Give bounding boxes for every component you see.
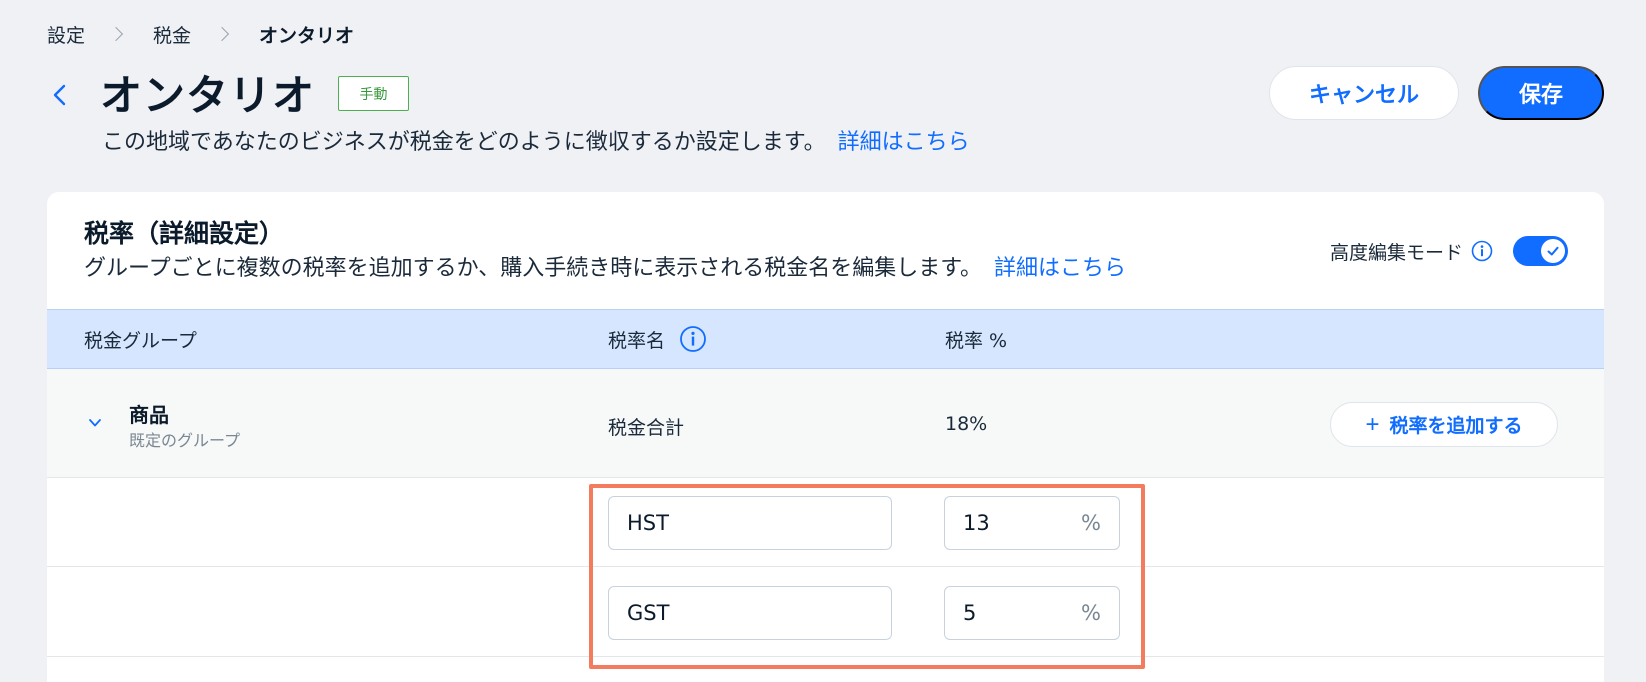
page-subtitle: この地域であなたのビジネスが税金をどのように徴収するか設定します。 詳細はこちら: [102, 124, 970, 156]
chevron-down-icon[interactable]: [87, 415, 103, 429]
tax-rates-card: 税率（詳細設定） グループごとに複数の税率を追加するか、購入手続き時に表示される…: [47, 192, 1604, 682]
page-title: オンタリオ: [100, 71, 316, 120]
column-label: 税率名: [608, 329, 666, 352]
percent-suffix: %: [1081, 511, 1101, 535]
info-icon[interactable]: [679, 325, 707, 353]
percent-suffix: %: [1081, 601, 1101, 625]
rate-value: 5: [963, 601, 977, 625]
info-icon[interactable]: [1471, 240, 1493, 262]
total-tax-name: 税金合計: [608, 417, 685, 439]
add-rate-label: 税率を追加する: [1389, 416, 1523, 437]
total-tax-rate: 18%: [945, 413, 988, 435]
breadcrumb-settings[interactable]: 設定: [47, 21, 85, 48]
table-row: GST 5 %: [47, 568, 1604, 657]
advanced-mode-toggle[interactable]: [1513, 236, 1568, 266]
subtitle-text: この地域であなたのビジネスが税金をどのように徴収するか設定します。: [102, 130, 826, 155]
plus-icon: +: [1365, 410, 1380, 438]
column-label: 税金グループ: [84, 329, 197, 352]
chevron-right-icon: [214, 26, 230, 42]
rate-name-input[interactable]: HST: [608, 496, 892, 550]
card-learn-more-link[interactable]: 詳細はこちら: [994, 256, 1126, 281]
group-subtitle: 既定のグループ: [129, 431, 241, 450]
group-name: 商品: [129, 403, 169, 427]
add-rate-button[interactable]: + 税率を追加する: [1330, 402, 1558, 447]
card-title: 税率（詳細設定）: [84, 219, 285, 248]
learn-more-link[interactable]: 詳細はこちら: [838, 130, 970, 155]
breadcrumb-tax[interactable]: 税金: [153, 21, 191, 48]
rate-percent-input[interactable]: 5 %: [944, 586, 1120, 640]
checkmark-icon: [1547, 246, 1559, 256]
card-description-text: グループごとに複数の税率を追加するか、購入手続き時に表示される税金名を編集します…: [84, 256, 983, 281]
status-badge: 手動: [338, 76, 409, 111]
table-row: HST 13 %: [47, 478, 1604, 567]
rate-value: 13: [963, 511, 990, 535]
chevron-right-icon: [108, 26, 124, 42]
table-header: 税金グループ 税率名 税率 %: [47, 309, 1604, 369]
column-header-rate-name: 税率名: [608, 310, 707, 368]
card-description: グループごとに複数の税率を追加するか、購入手続き時に表示される税金名を編集します…: [84, 250, 1126, 282]
breadcrumb: 設定 税金 オンタリオ: [47, 20, 354, 48]
save-button[interactable]: 保存: [1478, 66, 1604, 120]
back-arrow-icon[interactable]: [50, 83, 70, 107]
rate-name-input[interactable]: GST: [608, 586, 892, 640]
advanced-mode-label: 高度編集モード: [1329, 241, 1463, 264]
toggle-knob: [1541, 239, 1565, 263]
column-label: 税率 %: [945, 329, 1008, 352]
breadcrumb-current: オンタリオ: [259, 24, 355, 47]
cancel-button[interactable]: キャンセル: [1269, 66, 1459, 120]
advanced-mode-control: 高度編集モード: [1330, 236, 1568, 266]
table-row: 商品 既定のグループ 税金合計 18% + 税率を追加する: [47, 369, 1604, 478]
column-header-tax-group: 税金グループ: [84, 310, 197, 368]
column-header-rate-percent: 税率 %: [945, 310, 1007, 368]
rate-percent-input[interactable]: 13 %: [944, 496, 1120, 550]
